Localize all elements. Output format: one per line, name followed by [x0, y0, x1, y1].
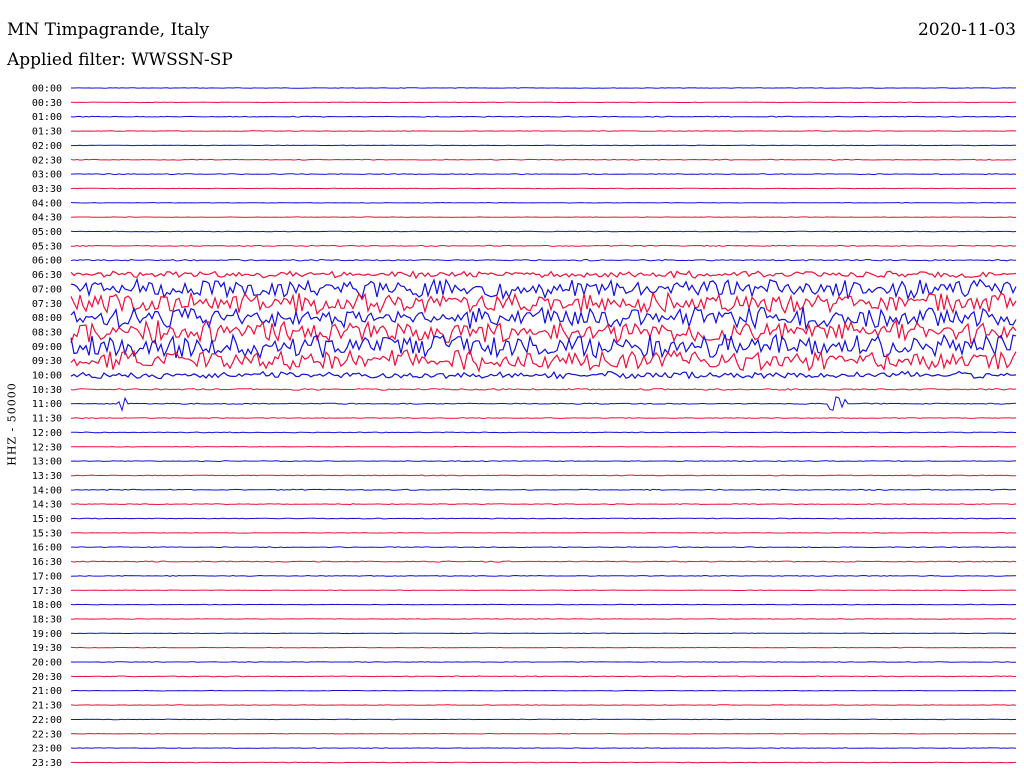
time-tick-label: 02:00 — [32, 141, 62, 152]
seismic-trace — [71, 546, 1017, 549]
seismic-trace — [70, 387, 1017, 391]
seismic-trace — [70, 517, 1017, 520]
time-tick-label: 04:30 — [32, 213, 62, 224]
seismic-trace — [70, 144, 1016, 147]
time-tick-label: 17:00 — [32, 571, 62, 582]
time-tick-label: 14:00 — [32, 485, 62, 496]
seismic-trace — [70, 417, 1017, 419]
time-tick-label: 18:00 — [32, 600, 62, 611]
seismic-trace — [70, 460, 1017, 463]
seismic-trace — [70, 230, 1017, 233]
seismic-trace — [70, 348, 1017, 374]
time-tick-label: 22:30 — [32, 729, 62, 740]
seismic-trace — [71, 474, 1017, 477]
seismic-trace — [70, 732, 1017, 735]
seismic-trace — [70, 632, 1017, 635]
time-tick-label: 11:00 — [32, 399, 62, 410]
seismic-trace — [70, 396, 1017, 412]
seismic-trace — [70, 747, 1017, 749]
time-tick-label: 01:00 — [32, 112, 62, 123]
seismic-trace — [71, 718, 1017, 721]
seismic-trace — [70, 574, 1016, 577]
time-tick-label: 03:00 — [32, 170, 62, 181]
time-tick-label: 21:00 — [32, 686, 62, 697]
seismic-trace — [71, 244, 1017, 247]
seismic-trace — [71, 87, 1017, 89]
seismic-trace — [70, 370, 1017, 380]
helicorder-plot: 00:00 00:30 01:00 01:30 02:00 02:30 03:00 03:30… — [32, 84, 1017, 769]
seismic-trace — [70, 603, 1017, 606]
time-tick-label: 16:00 — [32, 543, 62, 554]
seismic-trace — [70, 201, 1017, 204]
time-tick-label: 17:30 — [32, 586, 62, 597]
time-tick-label: 07:30 — [32, 299, 62, 310]
seismic-trace — [70, 306, 1017, 331]
seismic-trace — [70, 646, 1017, 649]
time-tick-label: 13:30 — [32, 471, 62, 482]
seismic-trace — [70, 130, 1017, 132]
seismic-trace — [70, 488, 1016, 491]
time-tick-label: 10:00 — [32, 371, 62, 382]
time-tick-label: 08:30 — [32, 327, 62, 338]
time-tick-label: 06:00 — [32, 256, 62, 267]
time-tick-label: 12:30 — [32, 442, 62, 453]
time-tick-label: 15:00 — [32, 514, 62, 525]
seismic-trace — [70, 277, 1017, 301]
seismic-trace — [71, 431, 1017, 434]
seismic-trace — [70, 589, 1017, 592]
seismic-trace — [70, 704, 1017, 706]
time-tick-label: 02:30 — [32, 155, 62, 166]
time-tick-label: 14:30 — [32, 500, 62, 511]
time-tick-label: 00:30 — [32, 98, 62, 109]
seismic-trace — [70, 503, 1017, 506]
seismic-trace — [70, 532, 1017, 534]
seismic-trace — [70, 258, 1017, 262]
seismic-trace — [70, 689, 1017, 692]
time-tick-label: 04:00 — [32, 198, 62, 209]
time-tick-label: 19:30 — [32, 643, 62, 654]
time-tick-label: 09:30 — [32, 356, 62, 367]
time-tick-label: 08:00 — [32, 313, 62, 324]
time-tick-label: 23:30 — [32, 758, 62, 769]
time-tick-label: 09:00 — [32, 342, 62, 353]
time-tick-label: 07:00 — [32, 284, 62, 295]
time-tick-label: 03:30 — [32, 184, 62, 195]
time-tick-label: 21:30 — [32, 701, 62, 712]
seismic-trace — [70, 158, 1017, 161]
seismic-trace — [70, 661, 1017, 663]
time-tick-label: 05:00 — [32, 227, 62, 238]
time-tick-label: 00:00 — [32, 84, 62, 95]
time-tick-label: 15:30 — [32, 528, 62, 539]
seismic-trace — [70, 187, 1017, 190]
seismic-trace — [70, 216, 1016, 218]
time-tick-label: 16:30 — [32, 557, 62, 568]
seismic-trace — [70, 173, 1017, 176]
seismic-trace — [71, 761, 1017, 764]
seismic-trace — [70, 270, 1017, 280]
time-tick-label: 01:30 — [32, 127, 62, 138]
seismic-trace — [70, 560, 1017, 563]
seismic-trace — [70, 290, 1017, 316]
seismic-trace — [71, 618, 1017, 620]
time-tick-label: 20:00 — [32, 658, 62, 669]
time-tick-label: 12:00 — [32, 428, 62, 439]
time-tick-label: 11:30 — [32, 414, 62, 425]
time-tick-label: 05:30 — [32, 241, 62, 252]
seismic-trace — [70, 101, 1016, 104]
time-tick-label: 13:00 — [32, 457, 62, 468]
time-tick-label: 20:30 — [32, 672, 62, 683]
time-tick-label: 10:30 — [32, 385, 62, 396]
time-tick-label: 06:30 — [32, 270, 62, 281]
time-tick-label: 19:00 — [32, 629, 62, 640]
seismic-trace — [70, 115, 1017, 118]
time-tick-label: 22:00 — [32, 715, 62, 726]
time-tick-label: 18:30 — [32, 614, 62, 625]
seismic-trace — [70, 675, 1017, 678]
seismic-trace — [70, 445, 1017, 448]
time-tick-label: 23:00 — [32, 744, 62, 755]
